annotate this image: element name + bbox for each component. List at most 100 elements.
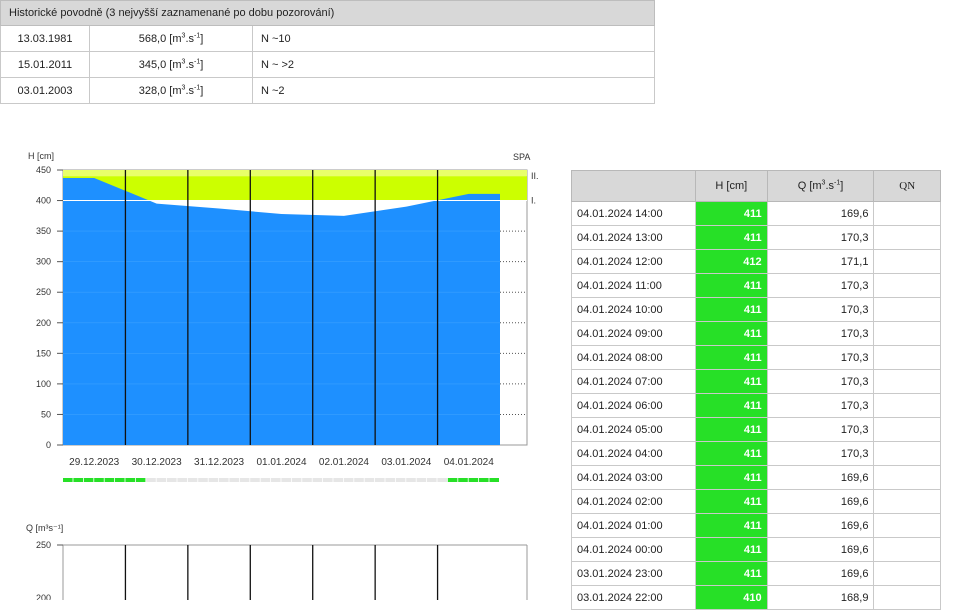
row-h: 411 (695, 561, 768, 586)
table-row: 04.01.2024 06:00 411 170,3 (571, 393, 941, 418)
discharge-chart: 250 200 (36, 540, 528, 600)
y-tick-label: 150 (36, 348, 51, 358)
status-segment (229, 478, 239, 482)
status-segment (250, 478, 260, 482)
y-tick-label: 400 (36, 196, 51, 206)
row-time: 04.01.2024 09:00 (571, 321, 696, 346)
row-qn (873, 417, 941, 442)
row-q: 169,6 (766, 201, 875, 226)
row-qn (873, 537, 941, 562)
row-h: 411 (695, 273, 768, 298)
row-qn (873, 225, 941, 250)
table-row: 04.01.2024 03:00 411 169,6 (571, 465, 941, 490)
historic-floods-table: Historické povodně (3 nejvyšší zaznamena… (0, 0, 655, 104)
status-segment (281, 478, 291, 482)
row-h: 411 (695, 225, 768, 250)
y-tick-label: 200 (36, 593, 51, 600)
status-segment (323, 478, 333, 482)
status-segment (156, 478, 167, 482)
status-segment (312, 478, 323, 482)
row-time: 04.01.2024 14:00 (571, 201, 696, 226)
status-segment (198, 478, 208, 482)
status-segment (343, 478, 354, 482)
row-qn (873, 345, 941, 370)
row-h: 411 (695, 537, 768, 562)
col-time (571, 170, 696, 202)
spa-level-1: I. (531, 196, 536, 206)
col-h: H [cm] (695, 170, 768, 202)
row-q: 170,3 (766, 441, 875, 466)
row-q: 169,6 (766, 537, 875, 562)
historic-discharge: 328,0 [m3.s-1] (89, 77, 253, 104)
row-qn (873, 489, 941, 514)
water-level-chart: 450 400 350 300 250 200 150 100 50 0 II. I. 29.12.20… (36, 165, 539, 482)
row-h: 410 (695, 585, 768, 610)
x-tick-label: 01.01.2024 (256, 457, 306, 468)
status-segment (427, 478, 437, 482)
row-q: 170,3 (766, 297, 875, 322)
row-q: 170,3 (766, 225, 875, 250)
row-h: 411 (695, 393, 768, 418)
row-time: 04.01.2024 10:00 (571, 297, 696, 322)
status-segment (364, 478, 375, 482)
row-q: 170,3 (766, 273, 875, 298)
status-segment (291, 478, 302, 482)
row-q: 170,3 (766, 345, 875, 370)
x-tick-label: 03.01.2024 (381, 457, 431, 468)
row-h: 411 (695, 345, 768, 370)
table-row: 04.01.2024 07:00 411 170,3 (571, 369, 941, 394)
row-q: 170,3 (766, 369, 875, 394)
row-qn (873, 393, 941, 418)
row-h: 411 (695, 465, 768, 490)
row-time: 04.01.2024 02:00 (571, 489, 696, 514)
row-qn (873, 561, 941, 586)
status-segment (489, 478, 499, 482)
spa-top-band (63, 170, 527, 177)
row-qn (873, 273, 941, 298)
historic-row: 03.01.2003 328,0 [m3.s-1] N ~2 (0, 77, 655, 104)
status-segment (447, 478, 458, 482)
row-time: 04.01.2024 06:00 (571, 393, 696, 418)
row-q: 169,6 (766, 489, 875, 514)
row-time: 04.01.2024 03:00 (571, 465, 696, 490)
table-row: 04.01.2024 10:00 411 170,3 (571, 297, 941, 322)
historic-row: 15.01.2011 345,0 [m3.s-1] N ~ >2 (0, 51, 655, 78)
row-time: 04.01.2024 01:00 (571, 513, 696, 538)
historic-discharge: 345,0 [m3.s-1] (89, 51, 253, 78)
status-segment (302, 478, 312, 482)
status-segment (104, 478, 115, 482)
row-qn (873, 201, 941, 226)
row-time: 04.01.2024 04:00 (571, 441, 696, 466)
status-segment (219, 478, 229, 482)
row-h: 412 (695, 249, 768, 274)
status-segment (135, 478, 146, 482)
status-segment (395, 478, 406, 482)
row-h: 411 (695, 417, 768, 442)
status-segment (125, 478, 135, 482)
status-segment (177, 478, 187, 482)
row-q: 171,1 (766, 249, 875, 274)
row-time: 04.01.2024 05:00 (571, 417, 696, 442)
col-qn: QN (873, 170, 941, 202)
status-segment (260, 478, 271, 482)
row-time: 04.01.2024 00:00 (571, 537, 696, 562)
status-segment (406, 478, 416, 482)
row-qn (873, 321, 941, 346)
row-q: 168,9 (766, 585, 875, 610)
status-segment (479, 478, 489, 482)
status-segment (416, 478, 427, 482)
row-h: 411 (695, 201, 768, 226)
table-row: 04.01.2024 12:00 412 171,1 (571, 249, 941, 274)
table-row: 04.01.2024 00:00 411 169,6 (571, 537, 941, 562)
status-segment (187, 478, 198, 482)
x-tick-label: 30.12.2023 (132, 457, 182, 468)
water-level-area (63, 177, 500, 445)
y-tick-label: 250 (36, 287, 51, 297)
status-segment (333, 478, 343, 482)
y-tick-label: 350 (36, 226, 51, 236)
row-h: 411 (695, 369, 768, 394)
y-tick-label: 0 (46, 440, 51, 450)
status-segment (94, 478, 104, 482)
x-tick-label: 02.01.2024 (319, 457, 369, 468)
row-h: 411 (695, 297, 768, 322)
